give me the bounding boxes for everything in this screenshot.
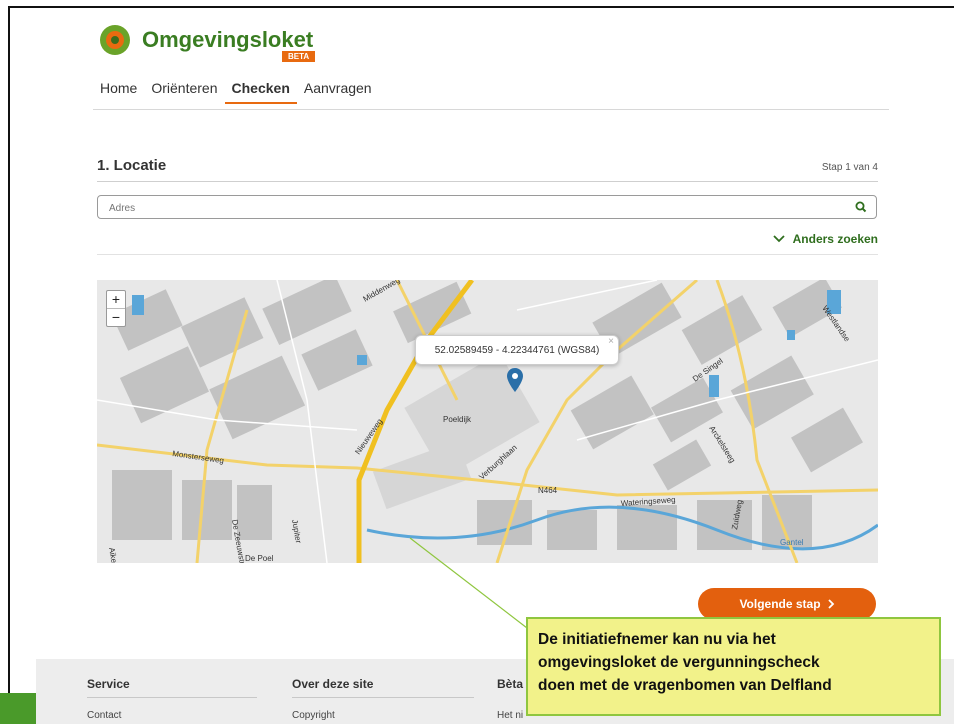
footer-link-contact[interactable]: Contact xyxy=(87,710,121,721)
popup-close-icon[interactable]: × xyxy=(608,336,614,347)
nav-aanvragen[interactable]: Aanvragen xyxy=(297,80,379,104)
map-label: De Poel xyxy=(245,554,274,563)
step-title: 1. Locatie xyxy=(97,157,167,174)
search-divider xyxy=(97,254,878,255)
beta-badge: BETA xyxy=(281,51,316,62)
coordinate-text: 52.02589459 - 4.22344761 (WGS84) xyxy=(434,344,600,356)
step-counter: Stap 1 van 4 xyxy=(821,162,878,173)
address-input[interactable] xyxy=(107,197,831,219)
green-accent-bar xyxy=(0,693,36,724)
map-label: Poeldijk xyxy=(443,415,472,424)
next-step-button[interactable]: Volgende stap xyxy=(698,588,876,620)
footer-divider xyxy=(87,697,257,698)
map-marker-icon[interactable] xyxy=(506,368,524,394)
main-nav: Home Oriënteren Checken Aanvragen xyxy=(93,80,379,104)
footer-heading-service: Service xyxy=(87,677,130,691)
annotation-callout: De initiatiefnemer kan nu via het omgevi… xyxy=(526,617,941,716)
footer-link-beta[interactable]: Het ni xyxy=(497,710,523,721)
footer-divider xyxy=(292,697,474,698)
chevron-down-icon xyxy=(773,235,785,243)
nav-checken[interactable]: Checken xyxy=(224,80,297,104)
nav-orienteren[interactable]: Oriënteren xyxy=(144,80,224,104)
footer-link-copyright[interactable]: Copyright xyxy=(292,710,335,721)
nav-divider xyxy=(93,109,889,110)
logo-text: Omgevingsloket BETA xyxy=(142,27,316,62)
anders-zoeken-toggle[interactable]: Anders zoeken xyxy=(773,232,878,246)
footer-heading-beta: Bèta xyxy=(497,677,524,691)
search-icon[interactable] xyxy=(854,200,868,214)
map-label: N464 xyxy=(538,486,558,495)
nav-home[interactable]: Home xyxy=(93,80,144,104)
zoom-out-button[interactable]: − xyxy=(107,309,125,326)
logo-name-part1: Omgevings xyxy=(142,27,262,52)
callout-line: omgevingsloket de vergunningscheck xyxy=(538,654,820,671)
callout-line: doen met de vragenbomen van Delfland xyxy=(538,677,832,694)
coordinate-popup: 52.02589459 - 4.22344761 (WGS84) × xyxy=(415,335,619,365)
map-tiles: Middenweg Monsterseweg Poeldijk Nieuwewe… xyxy=(97,280,878,563)
footer-heading-over-deze-site: Over deze site xyxy=(292,677,374,691)
omgevingsloket-logo[interactable]: Omgevingsloket BETA xyxy=(100,25,316,62)
anders-zoeken-label: Anders zoeken xyxy=(792,232,878,246)
map-label: Gantel xyxy=(780,538,804,547)
logo-icon xyxy=(100,25,130,55)
zoom-in-button[interactable]: + xyxy=(107,291,125,309)
step-divider xyxy=(97,181,878,182)
location-map[interactable]: Middenweg Monsterseweg Poeldijk Nieuwewe… xyxy=(97,280,878,563)
address-search xyxy=(97,195,877,219)
zoom-control: + − xyxy=(106,290,126,327)
callout-line: De initiatiefnemer kan nu via het xyxy=(538,631,776,648)
chevron-right-icon xyxy=(827,599,834,609)
next-step-label: Volgende stap xyxy=(739,597,821,611)
logo-name-part2: loket xyxy=(261,27,314,52)
